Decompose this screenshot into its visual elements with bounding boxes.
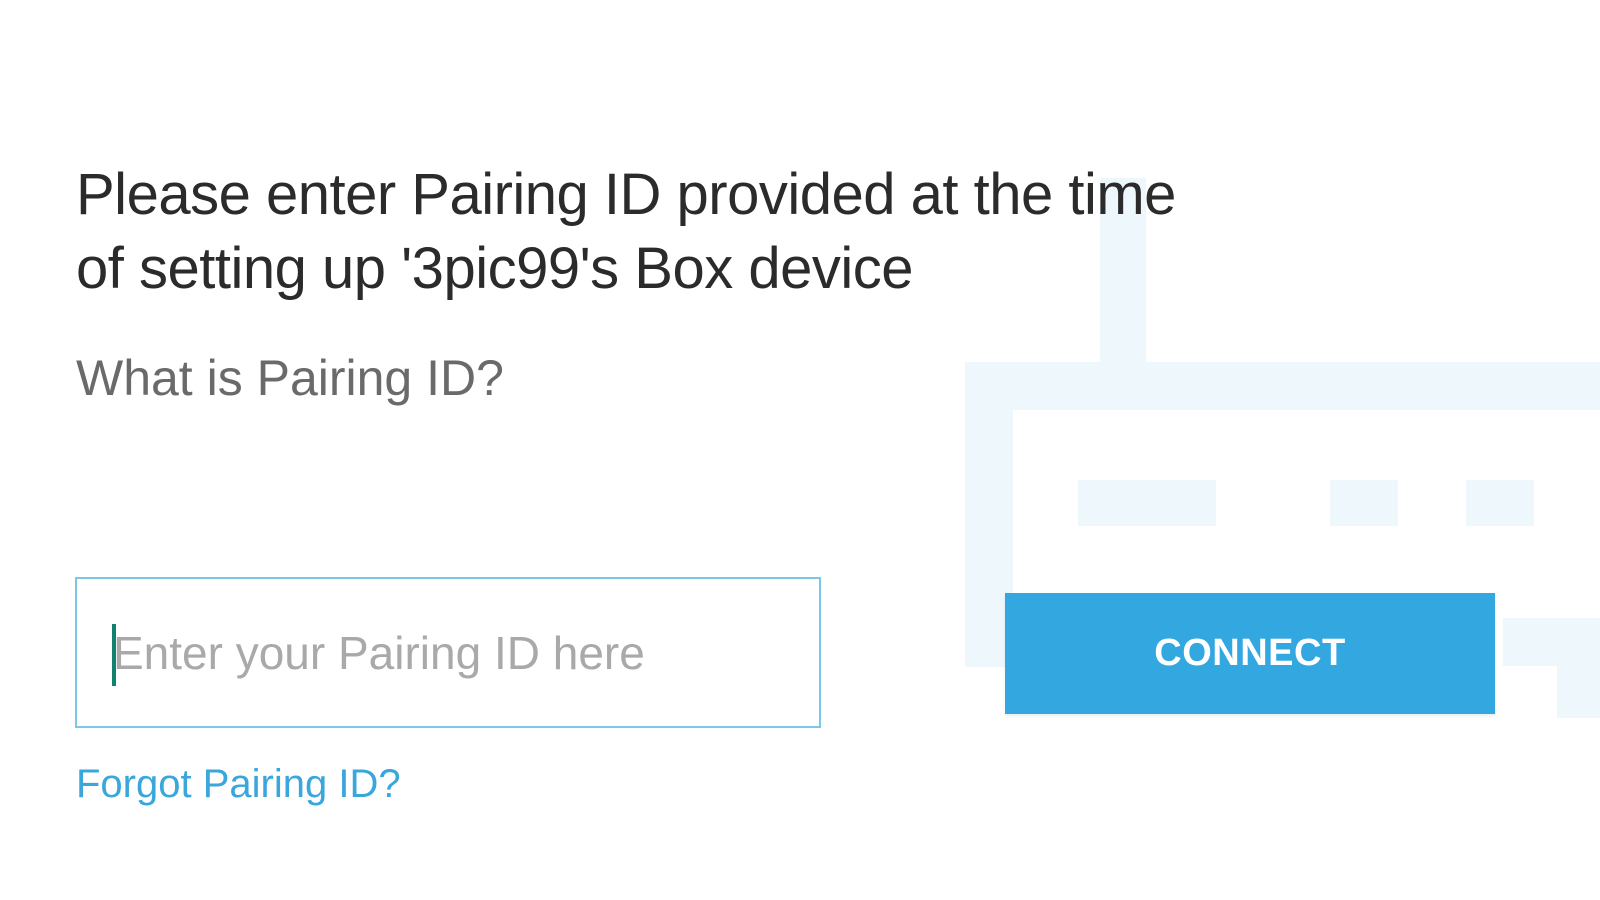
pairing-id-input[interactable]	[77, 579, 819, 726]
instruction-text: Please enter Pairing ID provided at the …	[76, 158, 1276, 306]
pairing-screen: Please enter Pairing ID provided at the …	[0, 0, 1600, 900]
text-caret	[112, 624, 116, 686]
connect-button[interactable]: CONNECT	[1005, 593, 1495, 714]
instruction-line-1: Please enter Pairing ID provided at the …	[76, 162, 1176, 227]
forgot-pairing-id-link[interactable]: Forgot Pairing ID?	[76, 760, 401, 808]
what-is-pairing-id-link[interactable]: What is Pairing ID?	[76, 348, 504, 408]
instruction-line-2: of setting up '3pic99's Box device	[76, 236, 914, 301]
pairing-id-field[interactable]	[75, 577, 821, 728]
